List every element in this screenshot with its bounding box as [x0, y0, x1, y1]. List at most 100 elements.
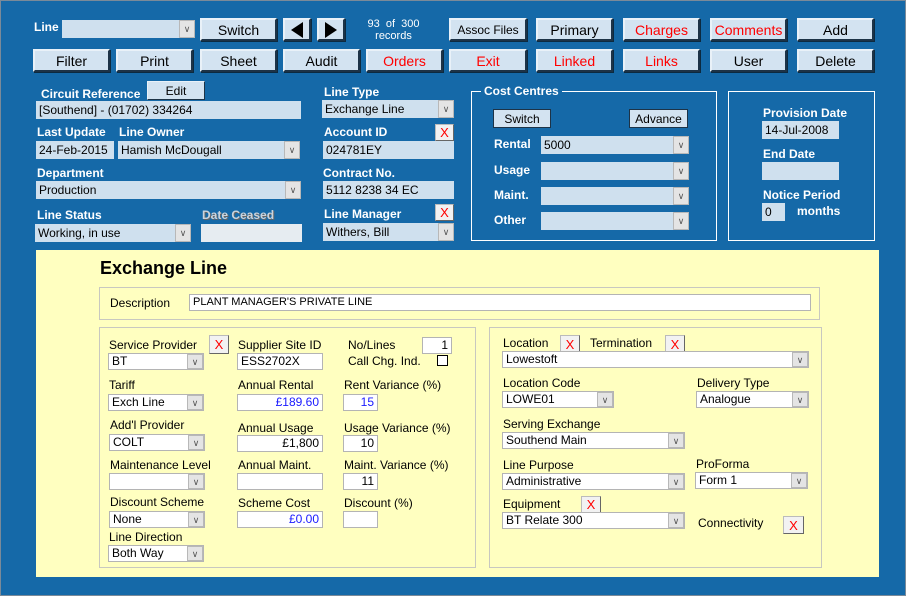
links-button[interactable]: Links: [623, 49, 700, 72]
line-direction-select[interactable]: Both Way ∨: [108, 545, 204, 562]
filter-button[interactable]: Filter: [33, 49, 110, 72]
termination-label: Termination: [590, 336, 653, 350]
no-lines-field[interactable]: 1: [422, 337, 452, 354]
chevron-down-icon[interactable]: ∨: [597, 392, 613, 407]
clear-service-provider-button[interactable]: X: [209, 335, 229, 354]
end-date-field[interactable]: [762, 162, 839, 180]
description-field[interactable]: PLANT MANAGER'S PRIVATE LINE: [189, 294, 811, 311]
chevron-down-icon[interactable]: ∨: [673, 162, 689, 180]
clear-account-id-button[interactable]: X: [435, 124, 454, 141]
proforma-select[interactable]: Form 1 ∨: [695, 472, 808, 489]
delivery-type-select[interactable]: Analogue ∨: [696, 391, 809, 408]
chevron-down-icon[interactable]: ∨: [175, 224, 191, 242]
cost-centre-switch-button[interactable]: Switch: [493, 109, 551, 128]
line-purpose-select[interactable]: Administrative ∨: [502, 473, 685, 490]
chevron-down-icon[interactable]: ∨: [668, 433, 684, 448]
line-status-select[interactable]: Working, in use ∨: [35, 224, 191, 242]
equipment-value: BT Relate 300: [506, 513, 583, 527]
serving-exchange-select[interactable]: Southend Main ∨: [502, 432, 685, 449]
switch-button[interactable]: Switch: [200, 18, 277, 41]
maint-label: Maint.: [494, 188, 529, 202]
comments-button[interactable]: Comments: [710, 18, 787, 41]
chevron-down-icon[interactable]: ∨: [791, 473, 807, 488]
maintenance-level-select[interactable]: ∨: [109, 473, 205, 490]
chevron-down-icon[interactable]: ∨: [188, 474, 204, 489]
addl-provider-select[interactable]: COLT ∨: [109, 434, 205, 451]
circuit-reference-label: Circuit Reference: [41, 87, 141, 101]
chevron-down-icon[interactable]: ∨: [284, 141, 300, 159]
exit-button[interactable]: Exit: [449, 49, 527, 72]
chevron-down-icon[interactable]: ∨: [438, 100, 454, 118]
circuit-reference-field[interactable]: [Southend] - (01702) 334264: [36, 101, 301, 119]
chevron-down-icon[interactable]: ∨: [673, 212, 689, 230]
tariff-select[interactable]: Exch Line ∨: [108, 394, 204, 411]
chevron-down-icon[interactable]: ∨: [792, 392, 808, 407]
chevron-down-icon[interactable]: ∨: [668, 474, 684, 489]
contract-no-field[interactable]: 5112 8238 34 EC: [323, 181, 454, 199]
last-update-field: 24-Feb-2015: [36, 141, 114, 159]
chevron-down-icon[interactable]: ∨: [438, 223, 454, 241]
print-button[interactable]: Print: [116, 49, 193, 72]
advance-button[interactable]: Advance: [629, 109, 688, 128]
delete-button[interactable]: Delete: [797, 49, 874, 72]
annual-rental-field[interactable]: £189.60: [237, 394, 323, 411]
maint-variance-field[interactable]: 11: [343, 473, 378, 490]
scheme-cost-field[interactable]: £0.00: [237, 511, 323, 528]
orders-button[interactable]: Orders: [366, 49, 443, 72]
usage-cost-centre-select[interactable]: ∨: [541, 162, 689, 180]
edit-button[interactable]: Edit: [147, 81, 205, 100]
clear-connectivity-button[interactable]: X: [783, 516, 804, 534]
call-chg-ind-checkbox[interactable]: [437, 355, 448, 366]
chevron-down-icon[interactable]: ∨: [673, 187, 689, 205]
line-label: Line: [34, 20, 59, 34]
assoc-files-button[interactable]: Assoc Files: [449, 18, 527, 41]
user-button[interactable]: User: [710, 49, 787, 72]
service-provider-select[interactable]: BT ∨: [108, 353, 204, 370]
linked-button[interactable]: Linked: [536, 49, 613, 72]
equipment-select[interactable]: BT Relate 300 ∨: [502, 512, 685, 529]
supplier-site-field[interactable]: ESS2702X: [237, 353, 323, 370]
chevron-down-icon[interactable]: ∨: [187, 354, 203, 369]
proforma-value: Form 1: [699, 473, 738, 487]
chevron-down-icon[interactable]: ∨: [668, 513, 684, 528]
chevron-down-icon[interactable]: ∨: [188, 435, 204, 450]
line-owner-select[interactable]: Hamish McDougall ∨: [118, 141, 300, 159]
annual-maint-field[interactable]: [237, 473, 323, 490]
next-record-button[interactable]: [317, 18, 345, 41]
charges-button[interactable]: Charges: [623, 18, 700, 41]
chevron-down-icon[interactable]: ∨: [673, 136, 689, 154]
add-button[interactable]: Add: [797, 18, 874, 41]
discount-scheme-select[interactable]: None ∨: [109, 511, 205, 528]
previous-record-button[interactable]: [283, 18, 311, 41]
primary-button[interactable]: Primary: [536, 18, 613, 41]
line-select[interactable]: ∨: [62, 20, 195, 38]
rent-variance-field[interactable]: 15: [343, 394, 378, 411]
sheet-button[interactable]: Sheet: [200, 49, 277, 72]
chevron-down-icon[interactable]: ∨: [187, 546, 203, 561]
audit-button[interactable]: Audit: [283, 49, 360, 72]
chevron-down-icon[interactable]: ∨: [179, 20, 195, 38]
cost-centres-title: Cost Centres: [481, 84, 562, 98]
other-cost-centre-select[interactable]: ∨: [541, 212, 689, 230]
line-manager-select[interactable]: Withers, Bill ∨: [323, 223, 454, 241]
location-select[interactable]: Lowestoft ∨: [502, 351, 809, 368]
discount-field[interactable]: [343, 511, 378, 528]
clear-line-manager-button[interactable]: X: [435, 204, 454, 221]
provision-date-field[interactable]: 14-Jul-2008: [762, 121, 839, 139]
maint-cost-centre-select[interactable]: ∨: [541, 187, 689, 205]
annual-usage-field[interactable]: £1,800: [237, 435, 323, 452]
usage-variance-field[interactable]: 10: [343, 435, 378, 452]
line-type-select[interactable]: Exchange Line ∨: [322, 100, 454, 118]
clear-equipment-button[interactable]: X: [581, 496, 601, 513]
location-code-select[interactable]: LOWE01 ∨: [502, 391, 614, 408]
account-id-field[interactable]: 024781EY: [323, 141, 454, 159]
department-select[interactable]: Production ∨: [36, 181, 301, 199]
chevron-down-icon[interactable]: ∨: [188, 512, 204, 527]
description-label: Description: [110, 296, 171, 310]
notice-period-field[interactable]: 0: [762, 203, 785, 221]
chevron-down-icon[interactable]: ∨: [187, 395, 203, 410]
chevron-down-icon[interactable]: ∨: [285, 181, 301, 199]
rental-cost-centre-select[interactable]: 5000 ∨: [541, 136, 689, 154]
chevron-down-icon[interactable]: ∨: [792, 352, 808, 367]
notice-period-label: Notice Period: [763, 188, 841, 202]
